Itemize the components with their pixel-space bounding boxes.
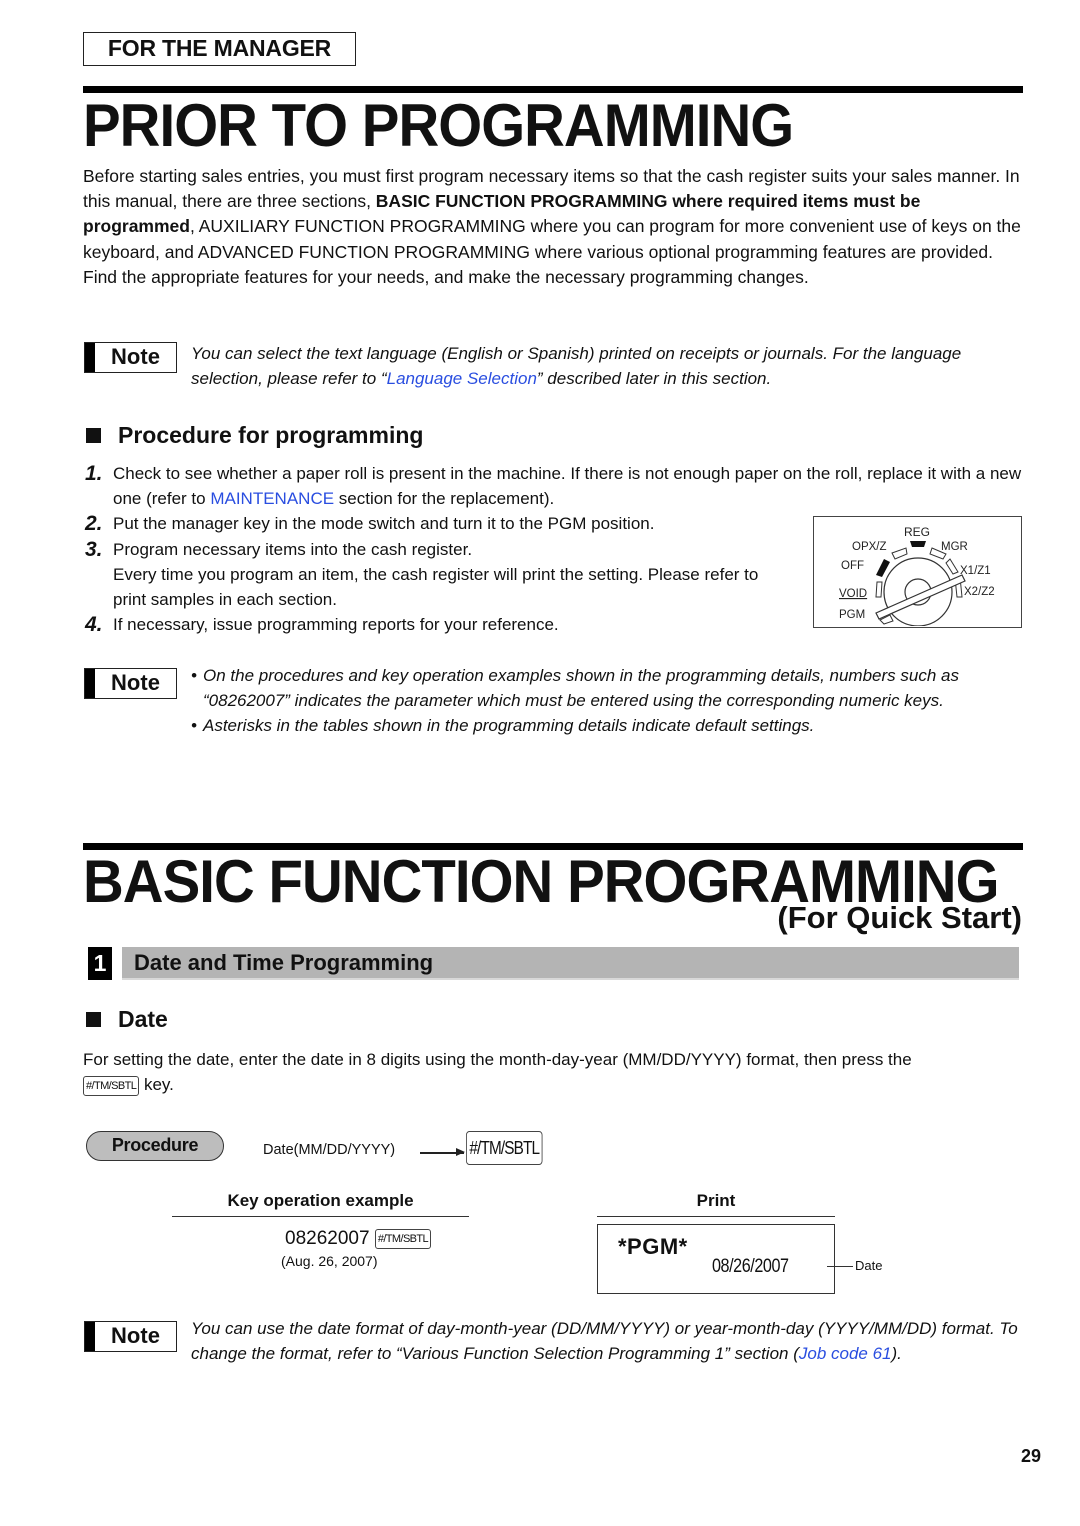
note-label: Note [111, 344, 160, 369]
intro-text-2: , AUXILIARY FUNCTION PROGRAMMING where y… [83, 216, 1021, 287]
mode-switch-diagram: REG OPX/Z MGR OFF X1/Z1 VOID X2/Z2 PGM [813, 516, 1022, 628]
print-mode: *PGM* [618, 1234, 688, 1259]
procedure-heading-text: Procedure for programming [118, 422, 424, 448]
date-description-text: For setting the date, enter the date in … [83, 1050, 912, 1069]
note-label: Note [111, 1323, 160, 1348]
note-procedures: • On the procedures and key operation exa… [191, 663, 1026, 738]
note-badge-bar [85, 343, 95, 372]
key-operation-value: 08262007 #/TM/SBTL [285, 1228, 432, 1250]
note-language: You can select the text language (Englis… [191, 341, 1021, 391]
step-text: Check to see whether a paper roll is pre… [113, 461, 1035, 511]
mode-x2z2: X2/Z2 [964, 586, 995, 598]
tm-sbtl-key-icon: #/TM/SBTL [83, 1075, 140, 1096]
step-text: Program necessary items into the cash re… [113, 537, 773, 613]
step-number: 1. [85, 462, 103, 485]
square-bullet-icon [86, 1012, 101, 1027]
procedure-key: #/TM/SBTL [466, 1131, 556, 1165]
key-operation-note: (Aug. 26, 2007) [281, 1253, 378, 1269]
mode-reg: REG [904, 525, 930, 539]
maintenance-link[interactable]: MAINTENANCE [210, 489, 334, 508]
step-extra-text: Every time you program an item, the cash… [113, 564, 759, 610]
date-heading: Date [86, 1006, 168, 1033]
step-number: 4. [85, 613, 103, 637]
print-header: Print [597, 1191, 835, 1217]
quick-start-subtitle: (For Quick Start) [777, 900, 1022, 935]
mode-void: VOID [839, 588, 867, 600]
for-the-manager-label: FOR THE MANAGER [83, 32, 356, 66]
procedure-badge: Procedure [86, 1131, 224, 1161]
tm-sbtl-key-icon: #/TM/SBTL [466, 1131, 543, 1165]
arrow-right-icon [420, 1149, 465, 1155]
note-badge: Note [84, 1321, 177, 1352]
bullet-icon: • [191, 666, 197, 685]
bullet-icon: • [191, 716, 197, 735]
mode-mgr: MGR [941, 541, 968, 553]
page-number: 29 [1021, 1446, 1042, 1466]
key-operation-header: Key operation example [172, 1191, 469, 1217]
procedure-heading: Procedure for programming [86, 422, 423, 449]
note-text-end: ). [891, 1344, 902, 1363]
note-date-format: You can use the date format of day-month… [191, 1316, 1026, 1366]
mode-x1z1: X1/Z1 [960, 565, 991, 577]
note-badge-bar [85, 1322, 95, 1351]
date-heading-text: Date [118, 1006, 168, 1032]
square-bullet-icon [86, 428, 101, 443]
step-text-part: Program necessary items into the cash re… [113, 539, 473, 559]
section-number: 1 [88, 947, 112, 980]
language-selection-link[interactable]: Language Selection [387, 369, 537, 388]
note-text-end: ” described later in this section. [536, 369, 772, 388]
tm-sbtl-key-icon: #/TM/SBTL [374, 1228, 432, 1249]
note-badge: Note [84, 342, 177, 373]
note-label: Note [111, 670, 160, 695]
key-operation-digits: 08262007 [285, 1228, 370, 1249]
job-code-61-link[interactable]: Job code 61 [799, 1344, 892, 1363]
note-bullet: • Asterisks in the tables shown in the pr… [191, 713, 1026, 738]
step-1: 1. Check to see whether a paper roll is … [85, 461, 1035, 511]
section-title: Date and Time Programming [122, 947, 1019, 980]
procedure-input: Date(MM/DD/YYYY) [263, 1142, 396, 1158]
note-badge: Note [84, 668, 177, 699]
date-description: For setting the date, enter the date in … [83, 1047, 1028, 1097]
note-bullet-text: On the procedures and key operation exam… [203, 666, 959, 710]
note-bullet: • On the procedures and key operation exa… [191, 663, 1026, 713]
page-title: PRIOR TO PROGRAMMING [83, 92, 794, 159]
mode-opxz: OPX/Z [852, 541, 887, 553]
step-text-part: section for the replacement). [334, 489, 555, 509]
intro-paragraph: Before starting sales entries, you must … [83, 164, 1023, 290]
note-bullet-text: Asterisks in the tables shown in the pro… [203, 716, 815, 735]
print-date: 08/26/2007 [712, 1256, 789, 1277]
section-header: 1 Date and Time Programming [88, 947, 1019, 980]
note-badge-bar [85, 669, 95, 698]
step-number: 3. [85, 537, 103, 561]
mode-pgm: PGM [839, 609, 865, 621]
callout-line [827, 1266, 853, 1267]
date-description-end: key. [143, 1075, 174, 1095]
step-number: 2. [85, 512, 103, 536]
mode-off: OFF [841, 560, 864, 572]
mode-switch-icon: REG OPX/Z MGR OFF X1/Z1 VOID X2/Z2 PGM [839, 525, 995, 627]
print-date-label: Date [855, 1258, 883, 1273]
